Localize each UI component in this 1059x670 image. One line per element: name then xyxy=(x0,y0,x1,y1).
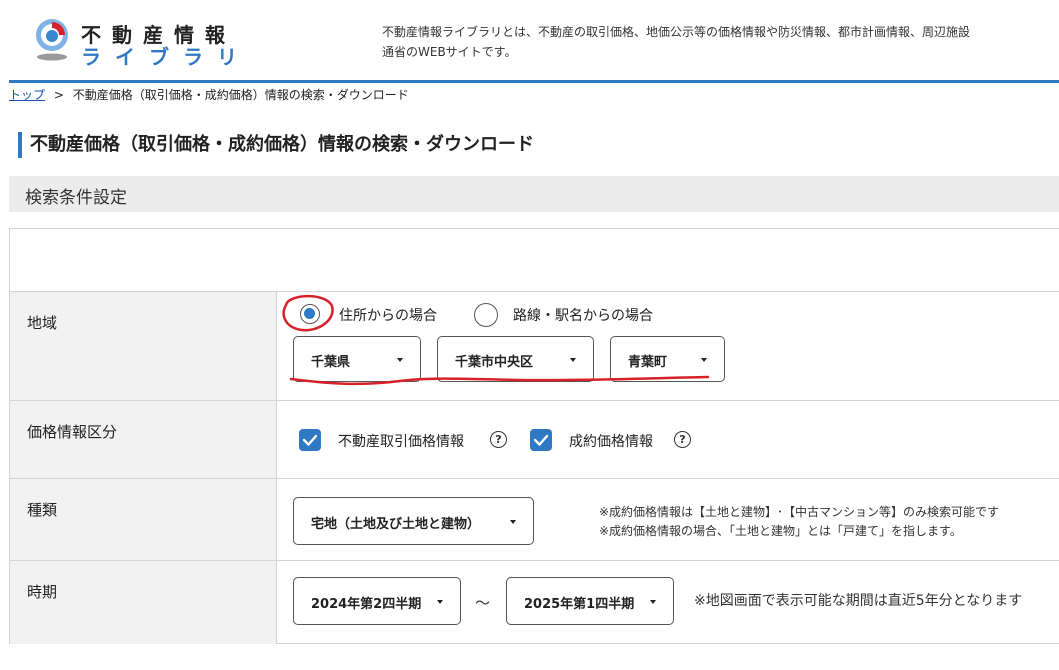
period-label-cell: 時期 xyxy=(10,561,277,644)
chevron-down-icon xyxy=(437,600,443,604)
district-select[interactable]: 青葉町 xyxy=(610,336,725,382)
district-value: 青葉町 xyxy=(628,355,668,370)
type-label: 種類 xyxy=(27,501,58,519)
region-label-cell: 地域 xyxy=(10,292,277,401)
search-conditions-header: 検索条件設定 xyxy=(9,176,1059,212)
period-to-value: 2025年第1四半期 xyxy=(524,597,635,612)
period-label: 時期 xyxy=(27,583,58,601)
site-description-line1: 不動産情報ライブラリとは、不動産の取引価格、地価公示等の価格情報や防災情報、都市… xyxy=(382,25,971,39)
period-note: ※地図画面で表示可能な期間は直近5年分となります xyxy=(694,593,1023,609)
region-label: 地域 xyxy=(27,314,58,332)
radio-address-label[interactable]: 住所からの場合 xyxy=(339,305,437,325)
type-value: 宅地（土地及び土地と建物） xyxy=(311,517,481,532)
checkbox-contract[interactable] xyxy=(530,429,552,451)
search-form: 地域 住所からの場合 路線・駅名からの場合 千葉県 千葉市中央区 青葉町 価格情… xyxy=(9,228,1059,644)
header-divider xyxy=(9,80,1059,83)
breadcrumb: トップ > 不動産価格（取引価格・成約価格）情報の検索・ダウンロード xyxy=(9,86,409,103)
logo-mark-icon xyxy=(36,19,68,61)
period-to-select[interactable]: 2025年第1四半期 xyxy=(506,577,674,625)
period-from-value: 2024年第2四半期 xyxy=(311,597,422,612)
type-row: 種類 宅地（土地及び土地と建物） ※成約価格情報は【土地と建物】･【中古マンショ… xyxy=(10,478,1059,561)
site-description-line2: 通省のWEBサイトです。 xyxy=(382,45,517,59)
type-note-2: ※成約価格情報の場合、「土地と建物」とは「戸建て」を指します。 xyxy=(599,524,962,538)
checkmark-icon xyxy=(533,434,549,446)
price-category-row: 価格情報区分 不動産取引価格情報 ? 成約価格情報 ? xyxy=(10,400,1059,479)
chevron-down-icon xyxy=(701,358,707,362)
chevron-down-icon xyxy=(510,520,516,524)
price-category-label: 価格情報区分 xyxy=(27,423,118,441)
site-description: 不動産情報ライブラリとは、不動産の取引価格、地価公示等の価格情報や防災情報、都市… xyxy=(382,22,1059,62)
chevron-down-icon xyxy=(397,358,403,362)
breadcrumb-separator: > xyxy=(53,88,64,102)
breadcrumb-current: 不動産価格（取引価格・成約価格）情報の検索・ダウンロード xyxy=(72,88,409,102)
chevron-down-icon xyxy=(570,358,576,362)
checkbox-contract-label[interactable]: 成約価格情報 xyxy=(569,431,653,451)
type-select[interactable]: 宅地（土地及び土地と建物） xyxy=(293,497,534,545)
type-note-1: ※成約価格情報は【土地と建物】･【中古マンション等】のみ検索可能です xyxy=(599,505,1000,519)
checkbox-transaction-label[interactable]: 不動産取引価格情報 xyxy=(338,431,464,451)
city-value: 千葉市中央区 xyxy=(455,355,534,370)
page-title: 不動産価格（取引価格・成約価格）情報の検索・ダウンロード xyxy=(18,132,534,158)
period-row: 時期 2024年第2四半期 ～ 2025年第1四半期 ※地図画面で表示可能な期間… xyxy=(10,560,1059,644)
period-from-select[interactable]: 2024年第2四半期 xyxy=(293,577,461,625)
prefecture-select[interactable]: 千葉県 xyxy=(293,336,421,382)
checkbox-transaction[interactable] xyxy=(299,429,321,451)
help-contract-icon[interactable]: ? xyxy=(674,431,691,448)
site-header: 不動産情報 ライブラリ 不動産情報ライブラリとは、不動産の取引価格、地価公示等の… xyxy=(0,0,1059,80)
region-row: 地域 住所からの場合 路線・駅名からの場合 千葉県 千葉市中央区 青葉町 xyxy=(10,291,1059,401)
checkmark-icon xyxy=(302,434,318,446)
prefecture-value: 千葉県 xyxy=(311,355,351,370)
radio-address[interactable] xyxy=(300,304,320,324)
logo-subtitle: ライブラリ xyxy=(81,45,251,69)
period-range-separator: ～ xyxy=(475,594,491,612)
chevron-down-icon xyxy=(650,600,656,604)
help-transaction-icon[interactable]: ? xyxy=(490,431,507,448)
radio-station-label[interactable]: 路線・駅名からの場合 xyxy=(513,305,653,325)
price-category-label-cell: 価格情報区分 xyxy=(10,401,277,479)
radio-station[interactable] xyxy=(474,303,498,327)
breadcrumb-home-link[interactable]: トップ xyxy=(9,88,45,102)
type-label-cell: 種類 xyxy=(10,479,277,561)
search-conditions-title: 検索条件設定 xyxy=(25,188,127,208)
site-logo[interactable]: 不動産情報 ライブラリ xyxy=(33,17,253,69)
city-select[interactable]: 千葉市中央区 xyxy=(437,336,594,382)
